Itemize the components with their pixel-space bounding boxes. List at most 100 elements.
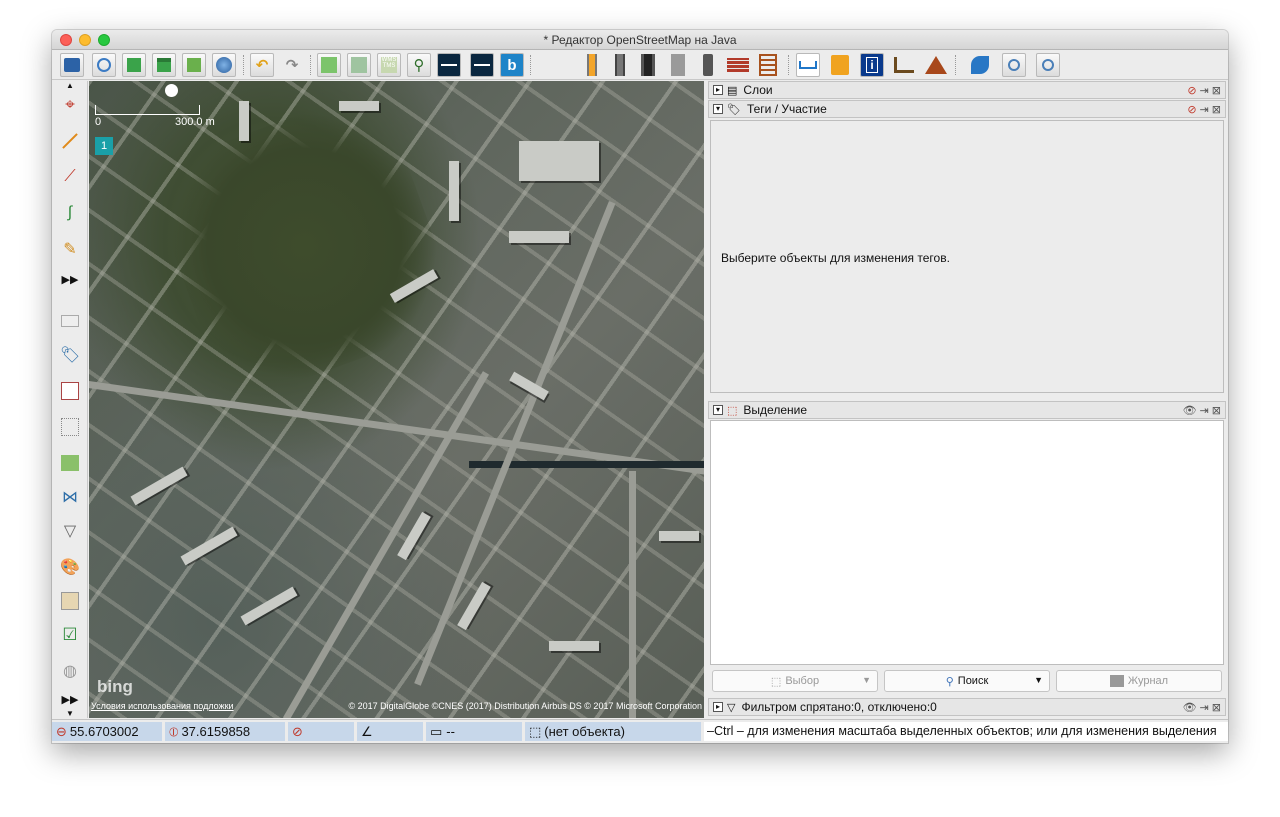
draw-freehand-button[interactable]: ✎	[58, 237, 82, 261]
tags-panel-header[interactable]: ▾ 🏷 Теги / Участие ⊘ ⇥ ⊠	[708, 100, 1226, 118]
preset-waterway-button[interactable]	[968, 53, 992, 77]
collapse-toggle-icon[interactable]: ▾	[713, 104, 723, 114]
refresh-globe-icon	[216, 57, 232, 73]
redo-button[interactable]: ↷	[280, 53, 304, 77]
bing-imagery-button[interactable]: b	[500, 53, 524, 77]
scroll-down-arrow[interactable]: ▼	[58, 709, 82, 718]
toggle-changesets-button[interactable]: ◍	[58, 659, 82, 683]
selection-panel-header[interactable]: ▾ ⬚ Выделение 👁 ⇥ ⊠	[708, 401, 1226, 419]
map-building	[240, 586, 298, 626]
detach-panel-icon[interactable]: ⇥	[1200, 84, 1209, 97]
open-file-button[interactable]	[60, 53, 84, 77]
undo-button[interactable]: ↶	[250, 53, 274, 77]
map-building	[549, 641, 599, 651]
toggle-validation-button[interactable]: ☑	[58, 623, 82, 647]
scroll-up-arrow[interactable]: ▲	[58, 81, 82, 90]
scale-handle[interactable]	[165, 84, 178, 97]
undo-icon: ↶	[255, 57, 269, 74]
preset-highway-button[interactable]	[580, 53, 604, 77]
close-panel-icon[interactable]: ⊠	[1212, 701, 1221, 714]
track-icon	[671, 54, 685, 76]
toggle-tags-button[interactable]: 🏷	[58, 343, 82, 367]
imagery-preferences-button[interactable]	[347, 53, 371, 77]
preset-shop-button[interactable]	[828, 53, 852, 77]
layers-panel-header[interactable]: ▸ ▤ Слои ⊘ ⇥ ⊠	[708, 81, 1226, 99]
river-icon	[971, 56, 989, 74]
selection-list[interactable]	[710, 420, 1224, 665]
highway-icon	[587, 54, 597, 76]
tags-panel-body: Выберите объекты для изменения тегов.	[710, 120, 1224, 393]
preset-road-button[interactable]	[608, 53, 632, 77]
zoom-to-data-button[interactable]	[317, 53, 341, 77]
imagery-terms-link[interactable]: Условия использования подложки	[91, 701, 234, 711]
tag-icon: 🏷	[59, 347, 81, 364]
search-presets-2-button[interactable]	[1036, 53, 1060, 77]
zoom-icon	[1008, 59, 1020, 71]
more-toggles-button[interactable]: ▶▶	[58, 687, 82, 711]
distance-field: ▭ --	[426, 722, 522, 741]
more-modes-button[interactable]: ▶▶	[58, 267, 82, 291]
chevron-down-icon[interactable]: ▼	[1034, 675, 1043, 685]
status-bar: ⊖ 55.6703002 ⦶ 37.6159858 ⊘ ∠ ▭ -- ⬚ (нет об…	[52, 719, 1228, 743]
search-presets-button[interactable]	[1002, 53, 1026, 77]
preset-motorway-button[interactable]	[636, 53, 660, 77]
close-panel-icon[interactable]: ⊠	[1212, 84, 1221, 97]
toggle-authors-button[interactable]	[58, 589, 82, 613]
expand-toggle-icon[interactable]: ▸	[713, 702, 723, 712]
history-icon	[1109, 675, 1124, 687]
improve-way-button[interactable]: ∫	[58, 201, 82, 225]
selection-icon: ⬚	[727, 404, 738, 417]
map-view[interactable]: 0 300.0 m 1 bing Условия использования п…	[89, 81, 704, 718]
search-button[interactable]: ⚲ Поиск ▼	[884, 670, 1050, 692]
expand-toggle-icon[interactable]: ▸	[713, 85, 723, 95]
toggle-relations-button[interactable]	[58, 379, 82, 403]
close-panel-icon[interactable]: ⊠	[1212, 103, 1221, 116]
preset-railway-button[interactable]	[756, 53, 780, 77]
preset-track-button[interactable]	[666, 53, 690, 77]
road-icon	[615, 54, 625, 76]
toggle-minimap-button[interactable]	[58, 415, 82, 439]
show-panel-icon[interactable]: 👁	[1183, 404, 1197, 417]
hide-panel-icon[interactable]: ⊘	[1187, 103, 1196, 116]
hide-panel-icon[interactable]: ⊘	[1187, 84, 1196, 97]
draw-way-button[interactable]: ⟋	[58, 165, 82, 189]
open-location-button[interactable]	[92, 53, 116, 77]
preset-traffic-signals-button[interactable]	[696, 53, 720, 77]
toggle-map-style-button[interactable]: 🎨	[58, 555, 82, 579]
toggle-imagery-button[interactable]	[58, 451, 82, 475]
update-data-button[interactable]	[212, 53, 236, 77]
improve-way-icon: ∫	[67, 204, 73, 221]
imagery-icon	[351, 57, 367, 73]
upload-button[interactable]	[182, 53, 206, 77]
download-button[interactable]	[122, 53, 146, 77]
show-panel-icon[interactable]: 👁	[1183, 701, 1197, 714]
map-road	[629, 471, 636, 718]
preset-information-button[interactable]: i	[860, 53, 884, 77]
imagery-attribution: © 2017 DigitalGlobe ©CNES (2017) Distrib…	[348, 701, 702, 711]
close-panel-icon[interactable]: ⊠	[1212, 404, 1221, 417]
toggle-conflicts-button[interactable]: ⋈	[58, 485, 82, 509]
imagery-layer-2-button[interactable]	[470, 53, 494, 77]
history-button[interactable]: Журнал	[1056, 670, 1222, 692]
preset-hotel-button[interactable]	[796, 53, 820, 77]
preset-wall-button[interactable]	[726, 53, 750, 77]
toggle-layers-button[interactable]	[58, 309, 82, 333]
draw-nodes-button[interactable]	[58, 129, 82, 153]
preset-industrial-button[interactable]	[892, 53, 916, 77]
folder-icon	[64, 58, 80, 72]
detach-panel-icon[interactable]: ⇥	[1200, 404, 1209, 417]
detach-panel-icon[interactable]: ⇥	[1200, 701, 1209, 714]
preset-peak-button[interactable]	[924, 53, 948, 77]
chevron-down-icon[interactable]: ▼	[862, 675, 871, 685]
filter-panel-header[interactable]: ▸ ▽ Фильтром спрятано:0, отключено:0 👁 ⇥ ⊠	[708, 698, 1226, 716]
select-button[interactable]: ⬚ Выбор ▼	[712, 670, 878, 692]
select-mode-button[interactable]: ⌖	[58, 93, 82, 117]
imagery-layer-1-button[interactable]	[437, 53, 461, 77]
longitude-field: ⦶ 37.6159858	[165, 722, 285, 741]
download-along-button[interactable]	[152, 53, 176, 77]
wms-tms-button[interactable]: WMS TMS	[377, 53, 401, 77]
toggle-filter-button[interactable]: ▽	[58, 519, 82, 543]
collapse-toggle-icon[interactable]: ▾	[713, 405, 723, 415]
detach-panel-icon[interactable]: ⇥	[1200, 103, 1209, 116]
search-map-button[interactable]: ⚲	[407, 53, 431, 77]
